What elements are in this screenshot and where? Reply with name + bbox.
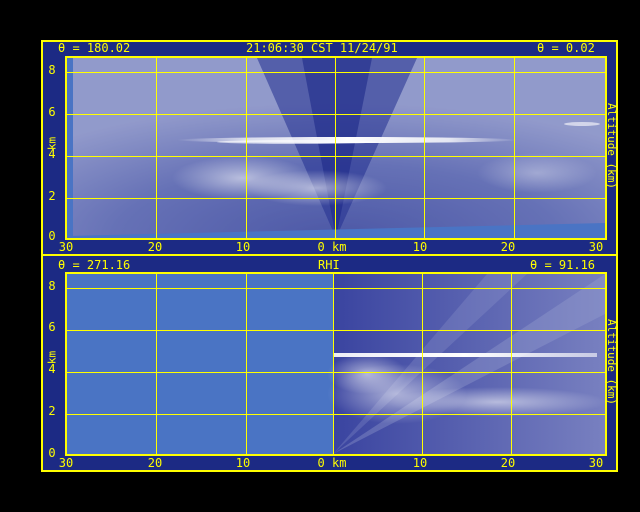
- top-ytick-8: 8: [48, 63, 56, 77]
- top-xtick-3: 0 km: [317, 240, 347, 254]
- top-right-angle: θ = 0.02: [537, 41, 595, 55]
- top-ytick-0: 0: [48, 229, 56, 243]
- top-lidar-image: [67, 58, 605, 238]
- bottom-ytick-8: 8: [48, 279, 56, 293]
- top-ylabel-altitude: Altitude (km): [603, 56, 619, 236]
- top-ytick-6: 6: [48, 105, 56, 119]
- panel-divider: [41, 254, 618, 256]
- bottom-ylabel-km-text: km: [45, 350, 59, 365]
- top-lidar-plot: [65, 56, 607, 240]
- bottom-ylabel-km: km: [44, 350, 60, 374]
- bottom-mode-title: RHI: [318, 258, 340, 272]
- bottom-xtick-5: 20: [500, 456, 516, 470]
- top-xtick-6: 30: [588, 240, 604, 254]
- top-ylabel-km: km: [44, 136, 60, 160]
- bottom-ytick-2: 2: [48, 404, 56, 418]
- bottom-xtick-2: 10: [235, 456, 251, 470]
- top-xtick-1: 20: [147, 240, 163, 254]
- top-ylabel-altitude-text: Altitude (km): [605, 102, 618, 190]
- top-ytick-2: 2: [48, 189, 56, 203]
- bottom-right-angle: θ = 91.16: [530, 258, 596, 272]
- top-xtick-0: 30: [58, 240, 74, 254]
- bottom-xtick-6: 30: [588, 456, 604, 470]
- top-left-angle: θ = 180.02: [58, 41, 131, 55]
- top-xtick-2: 10: [235, 240, 251, 254]
- bottom-xtick-4: 10: [412, 456, 428, 470]
- bottom-lidar-plot: [65, 272, 607, 456]
- top-ylabel-km-text: km: [45, 136, 59, 151]
- bottom-lidar-image: [67, 274, 605, 454]
- bottom-ytick-0: 0: [48, 446, 56, 460]
- bottom-xtick-0: 30: [58, 456, 74, 470]
- top-xtick-5: 20: [500, 240, 516, 254]
- top-timestamp: 21:06:30 CST 11/24/91: [246, 41, 398, 55]
- bottom-xtick-1: 20: [147, 456, 163, 470]
- bottom-ylabel-altitude: Altitude (km): [603, 272, 619, 452]
- bottom-left-angle: θ = 271.16: [58, 258, 131, 272]
- bottom-xtick-3: 0 km: [317, 456, 347, 470]
- bottom-ytick-6: 6: [48, 320, 56, 334]
- top-xtick-4: 10: [412, 240, 428, 254]
- bottom-ylabel-altitude-text: Altitude (km): [605, 318, 618, 406]
